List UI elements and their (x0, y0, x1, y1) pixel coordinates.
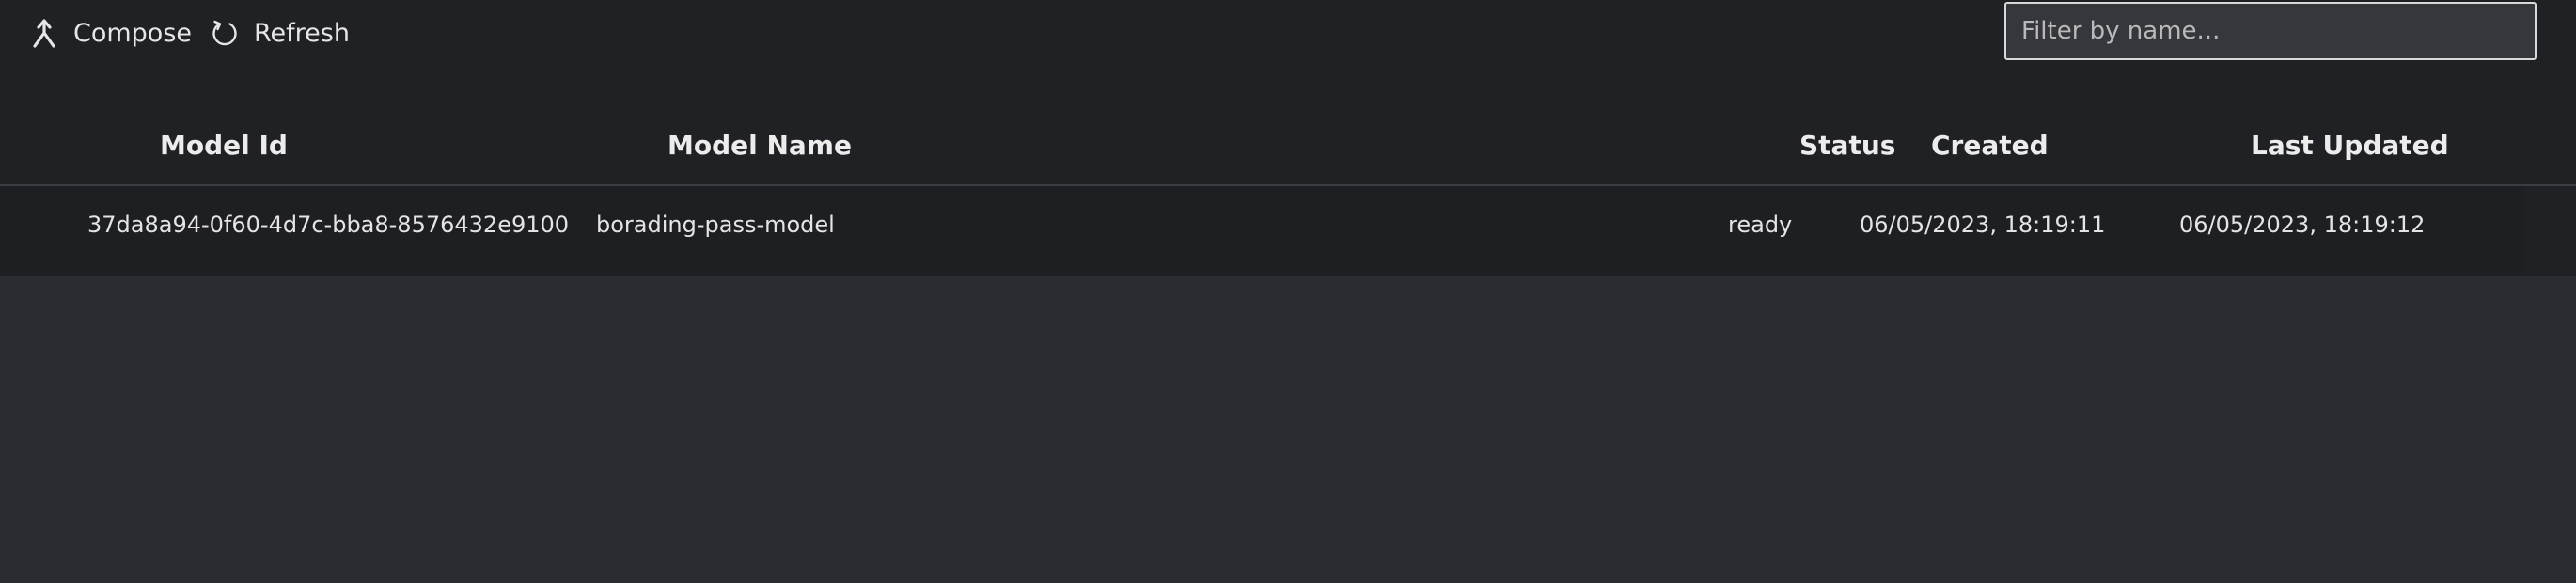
filter-by-name-input[interactable] (2004, 2, 2537, 60)
refresh-icon (209, 17, 241, 49)
cell-status: ready (1728, 212, 1793, 238)
column-header-status[interactable]: Status (1799, 130, 1895, 161)
merge-arrow-icon (28, 17, 60, 49)
table-header: Model Id Model Name Status Created Last … (0, 113, 2576, 186)
cell-last-updated: 06/05/2023, 18:19:12 (2179, 212, 2426, 238)
compose-label: Compose (73, 18, 193, 48)
toolbar: Compose Refresh (0, 0, 2576, 66)
cell-model-name: borading-pass-model (596, 212, 835, 238)
column-header-last-updated[interactable]: Last Updated (2251, 130, 2449, 161)
refresh-button[interactable]: Refresh (209, 11, 350, 55)
column-header-model-name[interactable]: Model Name (668, 130, 852, 161)
column-header-model-id[interactable]: Model Id (160, 130, 288, 161)
table-row[interactable]: 37da8a94-0f60-4d7c-bba8-8576432e9100 bor… (0, 186, 2523, 276)
cell-created: 06/05/2023, 18:19:11 (1860, 212, 2106, 238)
cell-model-id: 37da8a94-0f60-4d7c-bba8-8576432e9100 (87, 212, 570, 238)
compose-button[interactable]: Compose (28, 11, 192, 55)
refresh-label: Refresh (254, 18, 350, 48)
models-page: Compose Refresh Model Id Model Name Stat… (0, 0, 2576, 583)
column-header-created[interactable]: Created (1931, 130, 2049, 161)
models-panel: Compose Refresh Model Id Model Name Stat… (0, 0, 2576, 276)
